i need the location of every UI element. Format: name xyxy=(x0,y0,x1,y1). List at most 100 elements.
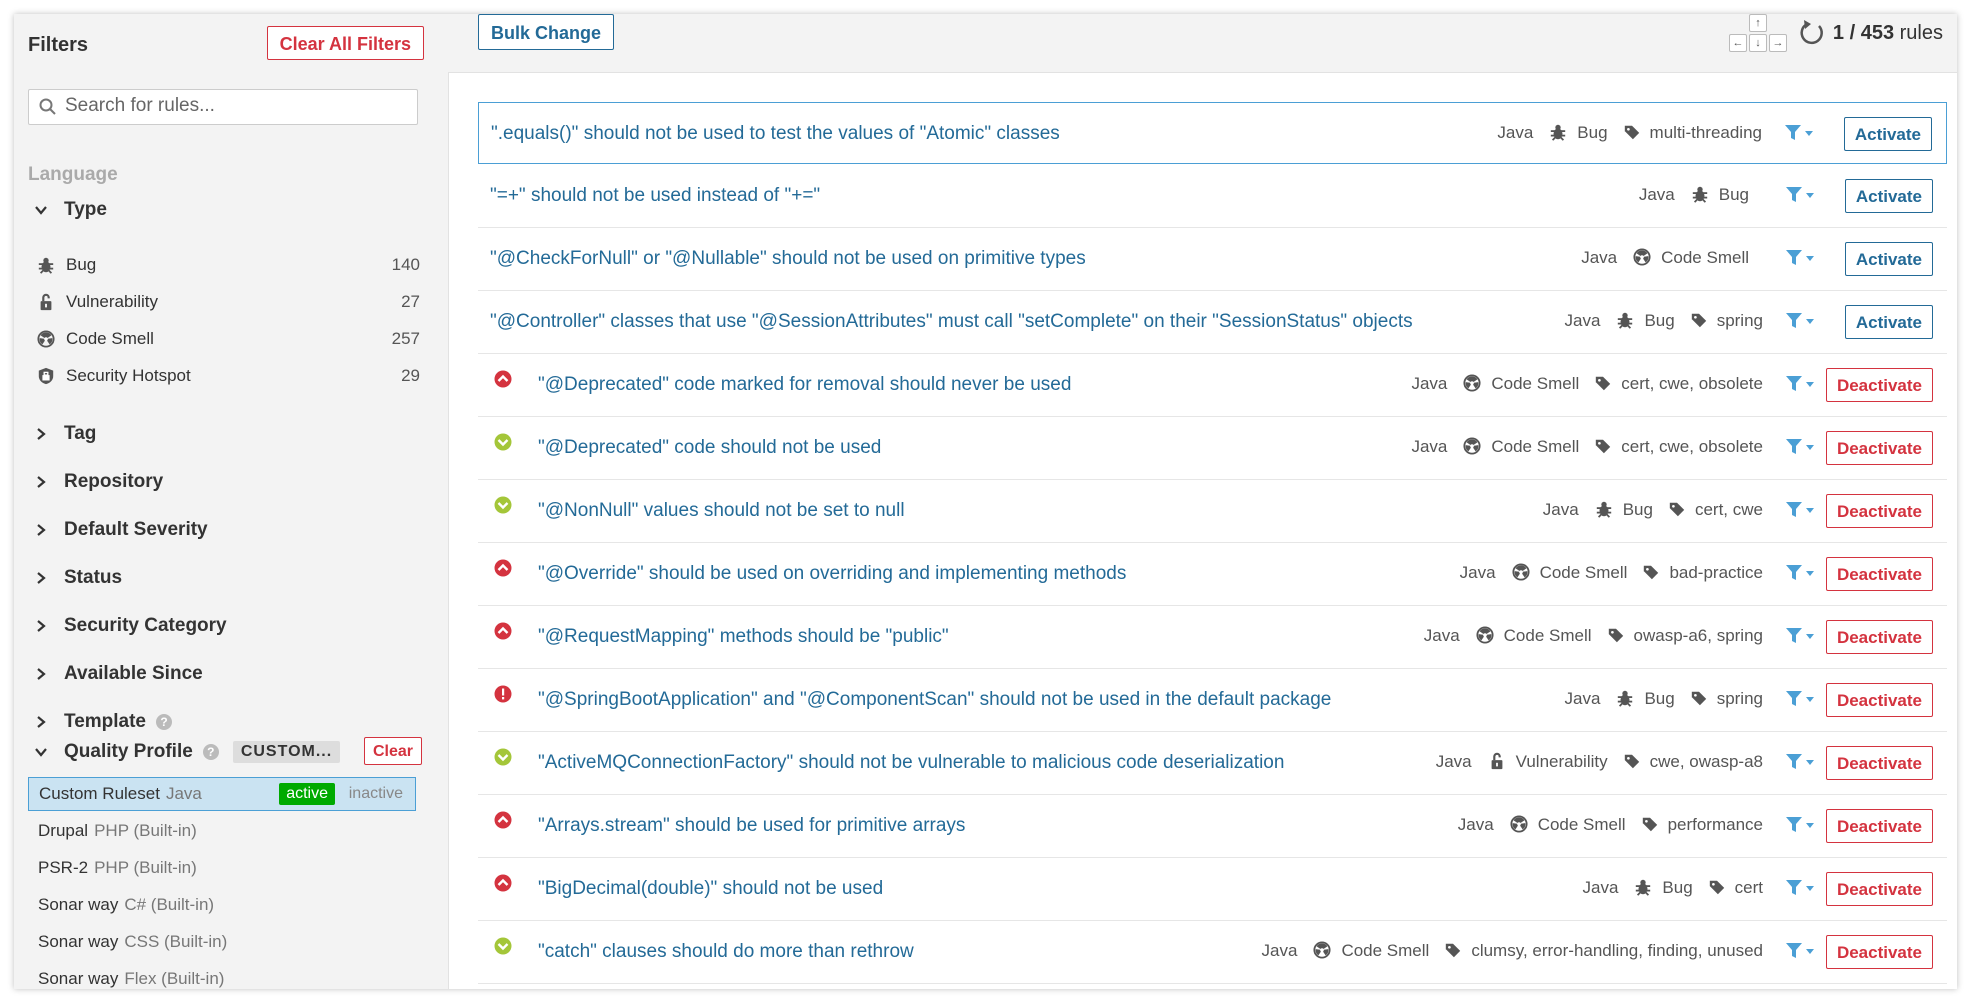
rule-title-link[interactable]: "@RequestMapping" methods should be "pub… xyxy=(538,626,949,648)
rule-tags[interactable]: cert, cwe, obsolete xyxy=(1621,374,1763,394)
rule-row[interactable]: "ActiveMQConnectionFactory" should not b… xyxy=(478,732,1947,795)
rule-row[interactable]: "@Deprecated" code marked for removal sh… xyxy=(478,354,1947,417)
filter-similar-icon[interactable] xyxy=(1785,690,1815,708)
active-badge[interactable]: active xyxy=(279,783,335,805)
filter-similar-icon[interactable] xyxy=(1785,942,1815,960)
rule-row[interactable]: "@CheckForNull" or "@Nullable" should no… xyxy=(478,228,1947,291)
clear-all-filters-button[interactable]: Clear All Filters xyxy=(266,26,424,60)
rule-title-link[interactable]: "@SpringBootApplication" and "@Component… xyxy=(538,689,1331,711)
rule-tags[interactable]: cert, cwe xyxy=(1695,500,1763,520)
search-input[interactable] xyxy=(65,90,405,122)
deactivate-button[interactable]: Deactivate xyxy=(1825,494,1933,528)
rule-title-link[interactable]: ".equals()" should not be used to test t… xyxy=(491,123,1060,145)
rule-row[interactable]: "@Deprecated" code should not be used Jav… xyxy=(478,417,1947,480)
rule-row[interactable]: "Arrays.stream" should be used for primi… xyxy=(478,795,1947,858)
rule-row[interactable]: "=+" should not be used instead of "+=" J… xyxy=(478,165,1947,228)
code-smell-icon xyxy=(1463,437,1483,457)
deactivate-button[interactable]: Deactivate xyxy=(1825,809,1933,843)
rule-title-link[interactable]: "Arrays.stream" should be used for primi… xyxy=(538,815,965,837)
bulk-change-button[interactable]: Bulk Change xyxy=(478,14,615,50)
rule-tags[interactable]: bad-practice xyxy=(1669,563,1763,583)
rule-title-link[interactable]: "=+" should not be used instead of "+=" xyxy=(490,185,820,207)
deactivate-button[interactable]: Deactivate xyxy=(1825,746,1933,780)
quality-profile-item[interactable]: Sonar way Flex (Built-in) xyxy=(28,962,416,989)
facet-available-since[interactable]: Available Since xyxy=(28,659,203,689)
rule-title-link[interactable]: "ActiveMQConnectionFactory" should not b… xyxy=(538,752,1284,774)
filter-similar-icon[interactable] xyxy=(1785,564,1815,582)
profile-name: Sonar way xyxy=(38,932,119,951)
rule-title-link[interactable]: "@Deprecated" code marked for removal sh… xyxy=(538,374,1071,396)
facet-quality-profile[interactable]: Quality Profile ? CUSTOM... Clear xyxy=(28,737,448,767)
activate-button[interactable]: Activate xyxy=(1844,179,1933,213)
rule-title-link[interactable]: "@CheckForNull" or "@Nullable" should no… xyxy=(490,248,1086,270)
deactivate-button[interactable]: Deactivate xyxy=(1825,368,1933,402)
rule-row[interactable]: "@Override" should be used on overriding… xyxy=(478,543,1947,606)
filter-similar-icon[interactable] xyxy=(1785,249,1815,267)
activate-button[interactable]: Activate xyxy=(1843,117,1932,151)
app-frame: Filters Clear All Filters Language Type … xyxy=(14,14,1957,989)
rule-row[interactable]: ".equals()" should not be used to test t… xyxy=(478,102,1947,164)
rule-title-link[interactable]: "@NonNull" values should not be set to n… xyxy=(538,500,905,522)
rule-tags[interactable]: performance xyxy=(1668,815,1763,835)
deactivate-button[interactable]: Deactivate xyxy=(1825,872,1933,906)
quality-profile-item[interactable]: Drupal PHP (Built-in) xyxy=(28,814,416,848)
clear-quality-profile-button[interactable]: Clear xyxy=(363,737,422,765)
help-icon[interactable]: ? xyxy=(156,714,173,730)
rule-row[interactable]: "catch" clauses should do more than reth… xyxy=(478,921,1947,984)
rule-tags[interactable]: multi-threading xyxy=(1650,123,1762,143)
rule-title-link[interactable]: "catch" clauses should do more than reth… xyxy=(538,941,914,963)
filter-similar-icon[interactable] xyxy=(1785,438,1815,456)
filter-similar-icon[interactable] xyxy=(1785,627,1815,645)
rule-title-link[interactable]: "@Deprecated" code should not be used xyxy=(538,437,881,459)
activate-button[interactable]: Activate xyxy=(1844,242,1933,276)
refresh-icon[interactable] xyxy=(1797,18,1827,48)
type-item-code-smell[interactable]: Code Smell 257 xyxy=(36,324,420,354)
rule-tags[interactable]: spring xyxy=(1717,311,1763,331)
filter-similar-icon[interactable] xyxy=(1785,501,1815,519)
rule-title-link[interactable]: "BigDecimal(double)" should not be used xyxy=(538,878,883,900)
rule-row[interactable]: "@Controller" classes that use "@Session… xyxy=(478,291,1947,354)
deactivate-button[interactable]: Deactivate xyxy=(1825,620,1933,654)
facet-tag[interactable]: Tag xyxy=(28,419,96,449)
filter-similar-icon[interactable] xyxy=(1785,879,1815,897)
activate-button[interactable]: Activate xyxy=(1844,305,1933,339)
rule-row[interactable]: "@NonNull" values should not be set to n… xyxy=(478,480,1947,543)
filter-similar-icon[interactable] xyxy=(1785,312,1815,330)
filter-similar-icon[interactable] xyxy=(1785,816,1815,834)
type-item-security-hotspot[interactable]: Security Hotspot 29 xyxy=(36,361,420,391)
filter-similar-icon[interactable] xyxy=(1785,375,1815,393)
rule-title-link[interactable]: "@Override" should be used on overriding… xyxy=(538,563,1126,585)
inactive-badge[interactable]: inactive xyxy=(349,785,403,803)
facet-repository[interactable]: Repository xyxy=(28,467,163,497)
deactivate-button[interactable]: Deactivate xyxy=(1825,557,1933,591)
quality-profile-item[interactable]: Custom Ruleset Java active inactive xyxy=(28,777,416,811)
filter-similar-icon[interactable] xyxy=(1785,753,1815,771)
rule-title-link[interactable]: "@Controller" classes that use "@Session… xyxy=(490,311,1413,333)
rule-row[interactable]: "@RequestMapping" methods should be "pub… xyxy=(478,606,1947,669)
help-icon[interactable]: ? xyxy=(202,744,219,760)
rule-tags[interactable]: cert, cwe, obsolete xyxy=(1621,437,1763,457)
rule-row[interactable]: "BigDecimal(double)" should not be used J… xyxy=(478,858,1947,921)
facet-language[interactable]: Language xyxy=(28,164,118,186)
filter-similar-icon[interactable] xyxy=(1785,186,1815,204)
facet-type[interactable]: Type xyxy=(28,195,107,225)
deactivate-button[interactable]: Deactivate xyxy=(1825,935,1933,969)
rule-tags[interactable]: clumsy, error-handling, finding, unused xyxy=(1471,941,1763,961)
rule-tags[interactable]: cert xyxy=(1735,878,1763,898)
rule-tags[interactable]: spring xyxy=(1717,689,1763,709)
quality-profile-item[interactable]: Sonar way C# (Built-in) xyxy=(28,888,416,922)
deactivate-button[interactable]: Deactivate xyxy=(1825,431,1933,465)
rule-tags[interactable]: cwe, owasp-a8 xyxy=(1650,752,1763,772)
filter-similar-icon[interactable] xyxy=(1784,124,1814,142)
rule-tags[interactable]: owasp-a6, spring xyxy=(1634,626,1763,646)
type-item-vulnerability[interactable]: Vulnerability 27 xyxy=(36,287,420,317)
rule-row[interactable]: "@SpringBootApplication" and "@Component… xyxy=(478,669,1947,732)
facet-security-category[interactable]: Security Category xyxy=(28,611,227,641)
type-item-bug[interactable]: Bug 140 xyxy=(36,250,420,280)
facet-template[interactable]: Template? xyxy=(28,707,173,737)
deactivate-button[interactable]: Deactivate xyxy=(1825,683,1933,717)
quality-profile-item[interactable]: Sonar way CSS (Built-in) xyxy=(28,925,416,959)
facet-status[interactable]: Status xyxy=(28,563,122,593)
quality-profile-item[interactable]: PSR-2 PHP (Built-in) xyxy=(28,851,416,885)
facet-default-severity[interactable]: Default Severity xyxy=(28,515,208,545)
